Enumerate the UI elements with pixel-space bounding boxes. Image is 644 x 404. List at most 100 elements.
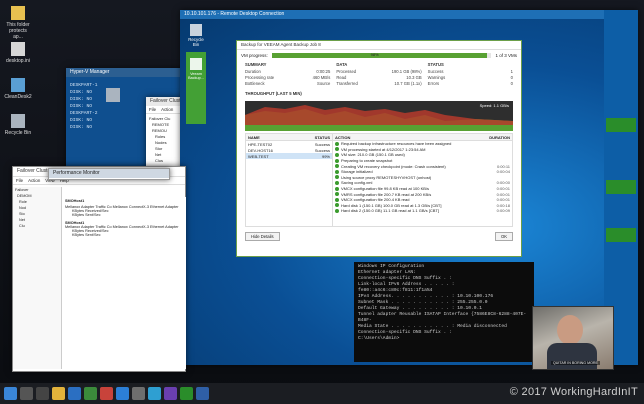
remote-recycle-bin[interactable]: Recycle Bin (186, 24, 206, 47)
menu-action[interactable]: Action (161, 107, 173, 112)
desktop-icon-cleandesk[interactable]: CleanDesk2 (4, 78, 32, 100)
success-icon (335, 180, 339, 185)
start-button[interactable] (4, 387, 17, 400)
progress-percent: 98% (370, 51, 379, 57)
section-header: SUMMARY (245, 62, 267, 67)
log-text: Required backup infrastructure resources… (341, 141, 452, 147)
menu-action[interactable]: Action (28, 178, 40, 183)
log-row: Preparing to create snapshot (333, 158, 512, 164)
desktop-icon-label: Recycle Bin (4, 130, 32, 136)
vm-status: 99% (321, 153, 330, 159)
task-view-icon[interactable] (36, 387, 49, 400)
status-tile (606, 118, 636, 132)
desktop-icon-label: CleanDesk2 (4, 94, 32, 100)
veeam-backup-progress-dialog[interactable]: Backup for VEEAM Agent Backup Job 8 VM p… (236, 40, 522, 257)
success-icon (335, 141, 339, 146)
list-item: DESKPART-1 (70, 83, 98, 88)
progress-bar: 98% (271, 51, 492, 58)
throughput-label: THROUGHPUT (LAST 5 MIN) (245, 91, 302, 96)
console-prompt[interactable]: C:\Users\Admin> (358, 336, 530, 342)
status-column: STATUS Success 1 Warnings 0 Errors 0 (428, 62, 513, 87)
menu-file[interactable]: File (16, 178, 23, 183)
edge-icon[interactable] (68, 387, 81, 400)
success-icon (335, 169, 339, 174)
log-text: VMCX configuration file 99.8 KB read at … (341, 186, 430, 192)
app-icon[interactable] (196, 387, 209, 400)
log-text: Preparing to create snapshot (341, 158, 393, 164)
log-duration: 0:00:01 (496, 197, 510, 203)
success-icon (335, 197, 339, 202)
desktop-icon-recycle[interactable]: Recycle Bin (4, 114, 32, 136)
value: 10.7 GB (1.1x) (394, 81, 422, 86)
vm-name: DEV-HOST16 (248, 147, 273, 153)
file-icon (11, 42, 25, 56)
app-icon[interactable] (164, 387, 177, 400)
log-row: Hard disk 1 (150.1 GB) 100.0 GB read at … (333, 203, 512, 209)
file-explorer-icon[interactable] (52, 387, 65, 400)
log-text: VM size: 210.0 GB (150.1 GB used) (341, 152, 405, 158)
data-column: DATA Processed 190.1 GB (98%) Read 10.3 GB… (336, 62, 421, 87)
failover-cluster-window[interactable]: Failover Cluster Manager File Action Vie… (12, 166, 186, 372)
counter-row[interactable]: KBytes Sent/Sec (62, 233, 186, 237)
ok-button[interactable]: OK (494, 232, 513, 241)
hide-details-button[interactable]: Hide Details (245, 232, 280, 241)
key: Transferred (336, 81, 358, 86)
app-icon[interactable] (100, 387, 113, 400)
log-row: VM size: 210.0 GB (150.1 GB used) (333, 152, 512, 158)
log-row: Required backup infrastructure resources… (333, 141, 512, 147)
tree-item[interactable]: Clu (13, 223, 61, 229)
success-icon (335, 147, 339, 152)
log-row: VMRS configuration file 200.7 KB read at… (333, 191, 512, 197)
desktop-icon-label: desktop.ini (6, 58, 30, 64)
veeam-desktop-shortcut[interactable]: Veeam Backup... (186, 52, 206, 124)
app-icon[interactable] (132, 387, 145, 400)
recycle-bin-icon (106, 88, 120, 102)
success-icon (335, 158, 339, 163)
log-duration: 0:00:01 (496, 186, 510, 192)
success-icon (335, 192, 339, 197)
success-icon (335, 186, 339, 191)
desktop-icon-folder[interactable]: This folder protects ap... (4, 6, 32, 40)
app-icon[interactable] (116, 387, 129, 400)
log-text: Hard disk 1 (150.1 GB) 100.0 GB read at … (341, 202, 442, 208)
list-item: DESKPART-2 (70, 111, 98, 116)
log-text: Using source proxy REMOTESHYVHOST (onhos… (341, 174, 432, 180)
app-icon (11, 78, 25, 92)
window-title: Performance Monitor (49, 169, 169, 178)
desktop-icon-ini[interactable]: desktop.ini (4, 42, 32, 64)
window-title: 10.10.101.176 - Remote Desktop Connectio… (180, 10, 638, 19)
icon-label: Recycle Bin (188, 37, 204, 47)
command-prompt-output[interactable]: Windows IP Configuration Ethernet adapte… (354, 262, 534, 362)
action-log: ACTION DURATION Required backup infrastr… (333, 134, 512, 226)
dialog-title: Backup for VEEAM Agent Backup Job 8 (237, 41, 521, 50)
log-duration: 0:00:00 (496, 180, 510, 186)
list-item: DISK: NO (70, 104, 93, 109)
log-duration: 0:00:09 (496, 208, 510, 214)
cluster-tree: Failover DEMOM Role Nod Sto Net Clu (13, 187, 62, 369)
log-row: Using source proxy REMOTESHYVHOST (onhos… (333, 175, 512, 181)
summary-row: Bottleneck Source (245, 81, 330, 87)
host-header: SMOHost1 (65, 199, 85, 203)
app-icon[interactable] (84, 387, 97, 400)
search-icon[interactable] (20, 387, 33, 400)
veeam-taskbar-icon[interactable] (180, 387, 193, 400)
vm-row-selected[interactable]: WEB-TEST 99% (246, 153, 332, 159)
column-header-duration: DURATION (489, 134, 510, 140)
summary-column: SUMMARY Duration 0:00:25 Processing rate 4… (245, 62, 330, 87)
summary-row: Errors 0 (428, 81, 513, 87)
log-text: VMRS configuration file 200.7 KB read at… (341, 191, 432, 197)
summary-grid: SUMMARY Duration 0:00:25 Processing rate 4… (237, 60, 521, 89)
success-icon (335, 164, 339, 169)
list-item: DISK: NO (70, 97, 93, 102)
success-icon (335, 208, 339, 213)
value: Source (317, 81, 331, 86)
folder-icon (11, 6, 25, 20)
webcam-overlay: QUITAR IN BORING MORE (532, 306, 614, 370)
vm-name: HPE-TEST02 (248, 141, 273, 147)
list-item: DISK: NO (70, 90, 93, 95)
performance-monitor-window[interactable]: Performance Monitor (48, 168, 170, 180)
menu-file[interactable]: File (149, 107, 156, 112)
progress-label: VM progress: (241, 52, 268, 58)
app-icon[interactable] (148, 387, 161, 400)
throughput-chart: Speed: 1.1 GB/s (245, 101, 513, 131)
